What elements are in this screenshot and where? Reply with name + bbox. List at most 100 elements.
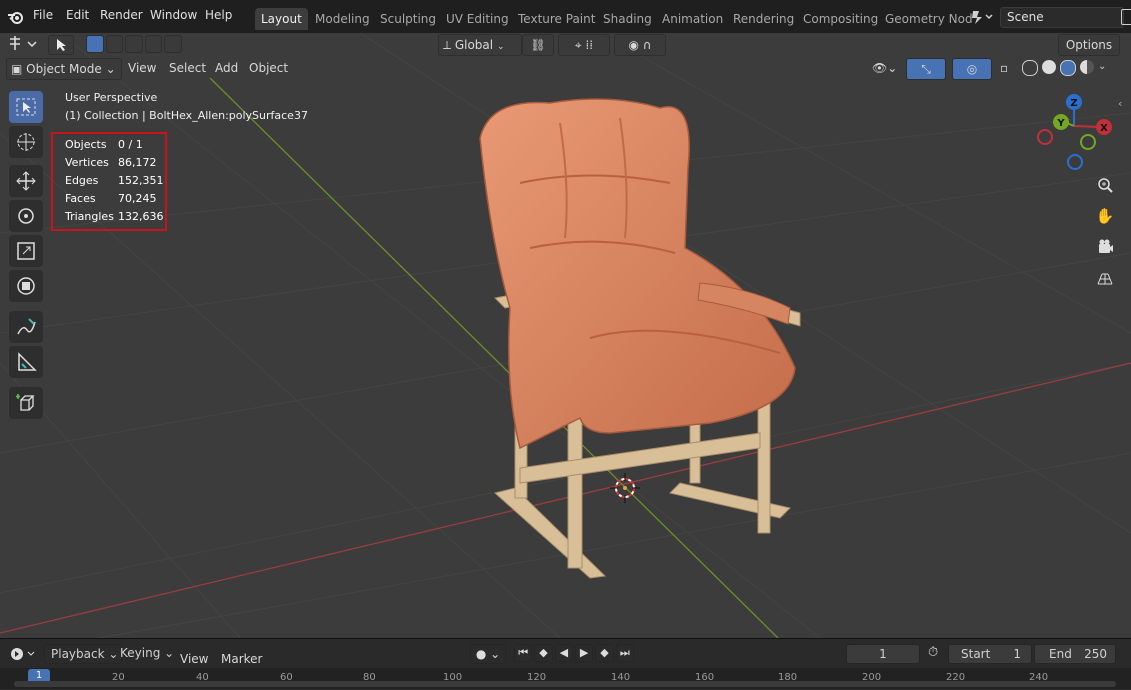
move-tool[interactable] <box>9 165 43 197</box>
timeline-view-menu[interactable]: View <box>180 652 208 666</box>
camera-view-icon[interactable] <box>1093 235 1117 259</box>
stat-objects-label: Objects <box>65 138 107 151</box>
editor-type-button[interactable] <box>6 34 40 54</box>
select-new-icon[interactable] <box>86 35 104 53</box>
rendered-shading-icon[interactable] <box>1080 60 1094 74</box>
axis-navigation-gizmo[interactable]: Z X Y <box>1032 91 1118 173</box>
start-frame-field[interactable]: Start 1 <box>948 644 1032 664</box>
blender-logo-icon[interactable] <box>7 8 25 26</box>
chair-model[interactable] <box>460 88 820 588</box>
pan-hand-icon[interactable]: ✋ <box>1093 204 1117 228</box>
select-box-tool[interactable] <box>9 91 43 123</box>
tab-shading[interactable]: Shading <box>597 8 658 30</box>
keying-dropdown[interactable]: Keying ⌄ <box>120 644 176 662</box>
view-menu[interactable]: View <box>128 58 156 78</box>
menu-help[interactable]: Help <box>205 8 232 22</box>
timeline-scrollbar[interactable] <box>14 681 1116 687</box>
3d-viewport[interactable]: ⟂ Global ⌄ ⛓ ⌖ ⁞⁞ ◉ ∩ Options ⌄ ▣ Object… <box>0 33 1131 638</box>
tab-modeling[interactable]: Modeling <box>309 8 376 30</box>
material-shading-icon[interactable] <box>1060 60 1076 76</box>
menu-edit[interactable]: Edit <box>66 8 89 22</box>
add-menu[interactable]: Add <box>215 58 238 78</box>
overlays-icon: ◎ <box>966 62 978 76</box>
sidebar-toggle-icon[interactable]: ‹ <box>1118 97 1122 110</box>
object-menu[interactable]: Object <box>249 58 288 78</box>
start-frame-value: 1 <box>1013 647 1021 661</box>
xray-toggle[interactable]: ▫ <box>1000 58 1016 78</box>
select-intersect-icon[interactable] <box>164 35 182 53</box>
scene-selector-icon[interactable] <box>970 9 996 25</box>
magnet-icon: ⌖ ⁞⁞ <box>574 38 594 52</box>
annotate-tool[interactable] <box>9 311 43 343</box>
stat-edges-value: 152,351 <box>118 174 164 187</box>
transform-tool[interactable] <box>9 270 43 302</box>
wireframe-shading-icon[interactable] <box>1022 60 1038 76</box>
tab-compositing[interactable]: Compositing <box>797 8 884 30</box>
gizmo-icon: ⤡ <box>921 62 931 76</box>
end-frame-label: End <box>1049 647 1072 661</box>
jump-to-start-icon[interactable]: ⏮ <box>514 644 533 662</box>
pivot-icon: ⛓ <box>530 38 546 52</box>
options-dropdown[interactable]: Options ⌄ <box>1058 34 1120 72</box>
orientation-label: Global <box>454 38 494 52</box>
select-extend-icon[interactable] <box>105 35 124 53</box>
pivot-point-dropdown[interactable]: ⛓ <box>522 34 554 56</box>
overlays-toggle[interactable]: ◎ <box>952 58 992 80</box>
tab-uv-editing[interactable]: UV Editing <box>440 8 515 30</box>
stat-faces-label: Faces <box>65 192 96 205</box>
select-menu[interactable]: Select <box>169 58 206 78</box>
select-mode-tweak-icon[interactable] <box>48 35 74 55</box>
stat-vertices-value: 86,172 <box>118 156 157 169</box>
cursor-tool[interactable] <box>9 126 43 158</box>
measure-tool[interactable] <box>9 346 43 378</box>
object-mode-dropdown[interactable]: ▣ Object Mode ⌄ <box>6 58 122 80</box>
snapping-toggle[interactable]: ⌖ ⁞⁞ <box>558 34 610 56</box>
auto-keying-toggle[interactable]: ● ⌄ <box>470 644 506 664</box>
solid-shading-icon[interactable] <box>1042 60 1056 74</box>
top-bar: File Edit Render Window Help Layout Mode… <box>0 0 1131 34</box>
rotate-tool[interactable] <box>9 200 43 232</box>
select-invert-icon[interactable] <box>144 35 163 53</box>
visibility-dropdown[interactable]: 👁⌄ <box>872 58 902 78</box>
playback-dropdown[interactable]: Playback ⌄ <box>44 644 122 664</box>
play-icon[interactable]: ▶ <box>574 644 594 662</box>
proportional-editing-toggle[interactable]: ◉ ∩ <box>614 34 666 56</box>
chevron-down-icon[interactable]: ⌄ <box>1098 60 1106 76</box>
menu-file[interactable]: File <box>33 8 53 22</box>
stat-vertices-label: Vertices <box>65 156 109 169</box>
tab-texture-paint[interactable]: Texture Paint <box>512 8 601 30</box>
add-cube-tool[interactable] <box>9 387 43 419</box>
gizmo-toggle[interactable]: ⤡ <box>906 58 946 80</box>
stopwatch-icon[interactable]: ⏱ <box>928 645 938 660</box>
record-icon: ● ⌄ <box>475 647 501 661</box>
new-scene-icon[interactable] <box>1121 9 1131 25</box>
jump-to-keyframe-next-icon[interactable]: ◆ <box>595 644 614 662</box>
zoom-icon[interactable] <box>1093 173 1117 197</box>
tab-layout[interactable]: Layout <box>255 8 308 30</box>
menu-render[interactable]: Render <box>100 8 143 22</box>
menu-window[interactable]: Window <box>150 8 197 22</box>
orientation-icon: ⟂ <box>443 38 455 52</box>
object-mode-icon: ▣ <box>11 62 27 76</box>
tab-sculpting[interactable]: Sculpting <box>374 8 442 30</box>
3d-cursor-icon[interactable] <box>610 473 640 503</box>
select-subtract-icon[interactable] <box>125 35 143 53</box>
transform-orientation-dropdown[interactable]: ⟂ Global ⌄ <box>438 34 522 56</box>
perspective-ortho-icon[interactable] <box>1093 266 1117 290</box>
end-frame-field[interactable]: End 250 <box>1034 644 1116 664</box>
scene-name-field[interactable]: Scene <box>1000 7 1124 28</box>
playback-label: Playback <box>51 647 105 661</box>
tab-animation[interactable]: Animation <box>656 8 729 30</box>
tab-rendering[interactable]: Rendering <box>727 8 800 30</box>
shading-modes: ⌄ <box>1022 60 1118 76</box>
gizmo-z-label: Z <box>1070 98 1077 109</box>
jump-to-keyframe-prev-icon[interactable]: ◆ <box>534 644 553 662</box>
jump-to-end-icon[interactable]: ⏭ <box>615 644 634 662</box>
tab-geometry-nodes[interactable]: Geometry Nod <box>879 8 979 30</box>
play-reverse-icon[interactable]: ◀ <box>554 644 573 662</box>
timeline-editor-type-button[interactable] <box>8 645 38 663</box>
scale-tool[interactable] <box>9 235 43 267</box>
timeline-marker-menu[interactable]: Marker <box>221 652 262 666</box>
current-frame-field[interactable]: 1 <box>846 644 920 664</box>
gizmo-y-label: Y <box>1056 118 1065 129</box>
